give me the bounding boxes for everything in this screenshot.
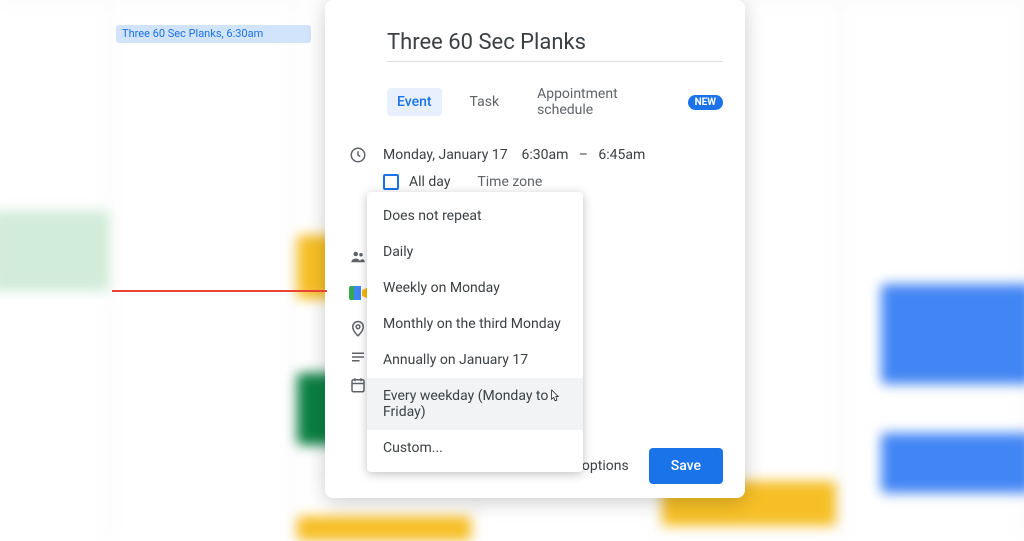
recurrence-option-annually[interactable]: Annually on January 17 xyxy=(367,342,583,378)
description-icon xyxy=(347,348,369,366)
recurrence-option-weekly[interactable]: Weekly on Monday xyxy=(367,270,583,306)
event-title-input[interactable]: Three 60 Sec Planks xyxy=(387,30,723,55)
allday-checkbox[interactable] xyxy=(383,174,399,190)
event-date[interactable]: Monday, January 17 xyxy=(383,147,508,163)
meet-icon xyxy=(347,284,369,302)
cursor-icon xyxy=(547,386,563,406)
event-chip[interactable]: Three 60 Sec Planks, 6:30am xyxy=(116,25,311,43)
recurrence-option-custom[interactable]: Custom... xyxy=(367,430,583,466)
tab-event[interactable]: Event xyxy=(387,88,442,116)
event-type-tabs: Event Task Appointment schedule NEW xyxy=(387,80,723,124)
timezone-link[interactable]: Time zone xyxy=(477,174,542,190)
start-time[interactable]: 6:30am xyxy=(521,147,568,163)
now-indicator xyxy=(112,290,327,292)
tab-task[interactable]: Task xyxy=(460,88,510,116)
clock-icon xyxy=(347,146,369,164)
location-icon xyxy=(347,320,369,338)
recurrence-option-none[interactable]: Does not repeat xyxy=(367,198,583,234)
datetime-row[interactable]: Monday, January 17 6:30am – 6:45am xyxy=(347,146,723,164)
new-badge: NEW xyxy=(688,95,723,110)
people-icon xyxy=(347,248,369,266)
recurrence-dropdown: Does not repeat Daily Weekly on Monday M… xyxy=(367,192,583,472)
allday-label[interactable]: All day xyxy=(409,174,450,190)
save-button[interactable]: Save xyxy=(649,448,723,484)
recurrence-option-monthly[interactable]: Monthly on the third Monday xyxy=(367,306,583,342)
end-time[interactable]: 6:45am xyxy=(598,147,645,163)
calendar-icon xyxy=(347,376,369,394)
tab-appointment[interactable]: Appointment schedule xyxy=(527,80,669,124)
recurrence-option-daily[interactable]: Daily xyxy=(367,234,583,270)
